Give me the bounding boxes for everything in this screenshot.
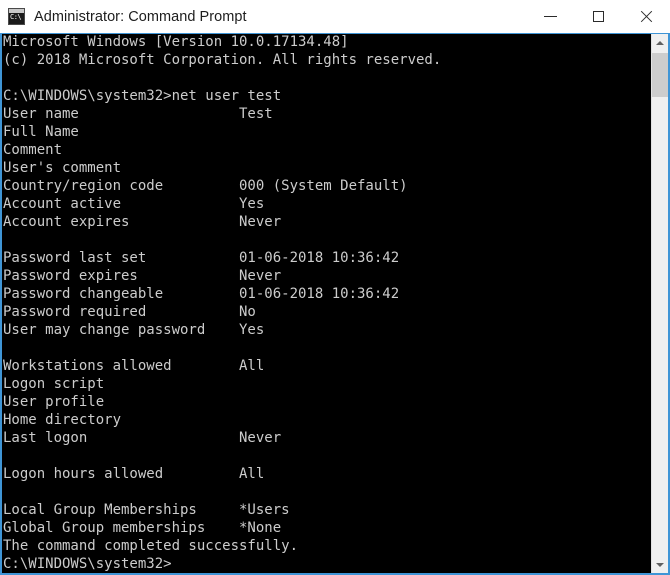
titlebar[interactable]: C:\ Administrator: Command Prompt (0, 0, 670, 33)
window-title: Administrator: Command Prompt (34, 8, 247, 25)
icon-prompt-glyph: C:\ (10, 13, 22, 21)
console-scrollbar[interactable] (651, 34, 668, 573)
scrollbar-down-button[interactable] (652, 556, 668, 573)
window-controls (526, 0, 670, 33)
close-icon (639, 9, 654, 24)
minimize-button[interactable] (526, 0, 574, 33)
scrollbar-up-button[interactable] (652, 34, 668, 51)
maximize-button[interactable] (574, 0, 622, 33)
minimize-icon (543, 16, 557, 17)
chevron-down-icon (656, 562, 664, 567)
command-prompt-icon: C:\ (8, 8, 25, 25)
command-prompt-window: C:\ Administrator: Command Prompt Micros… (0, 0, 670, 575)
scrollbar-thumb[interactable] (652, 53, 668, 97)
chevron-up-icon (656, 40, 664, 45)
close-button[interactable] (622, 0, 670, 33)
maximize-icon (592, 11, 604, 22)
console-frame: Microsoft Windows [Version 10.0.17134.48… (0, 33, 670, 575)
console-output-area[interactable]: Microsoft Windows [Version 10.0.17134.48… (2, 34, 651, 573)
console-text: Microsoft Windows [Version 10.0.17134.48… (3, 34, 442, 572)
